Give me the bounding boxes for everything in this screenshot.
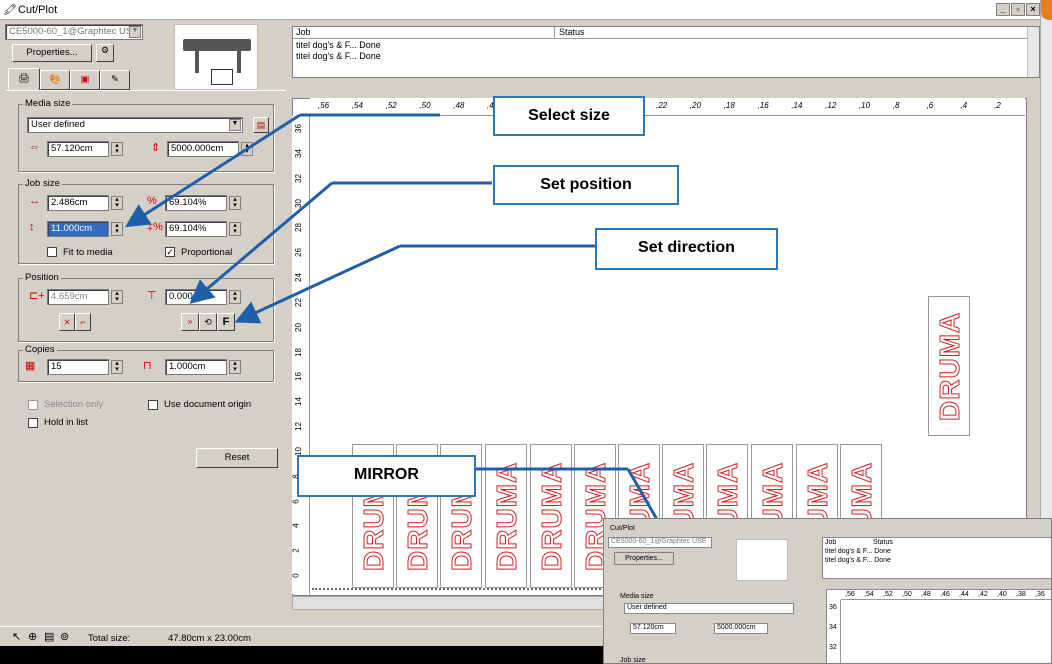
inset-job-row: titel dog's & F... Done [825,557,891,564]
select-size-callout: Select size [493,96,645,136]
mirror-callout: MIRROR [297,455,476,497]
inset-ruler-tick: ,40 [997,591,1007,598]
app-logo-icon [1041,0,1052,20]
inset-status-header: Status [873,539,893,546]
inset-job-status: Done [874,548,891,555]
inset-device-select: CE5000-60_1@Graphtec USE [608,537,712,548]
set-direction-callout: Set direction [595,228,778,270]
inset-title: Cut/Plot [610,525,635,532]
total-size-label: Total size: [88,633,131,644]
inset-ruler-tick: ,48 [921,591,931,598]
status-bar: ↖ ⊕ ▤ ⊚ Total size: 47.80cm x 23.00cm [0,626,615,646]
inset-job-row: titel dog's & F... Done [825,548,891,555]
set-position-callout: Set position [493,165,679,205]
inset-ruler-tick: 36 [829,604,837,611]
set-direction-arrow-tip [234,244,401,324]
inset-ruler-tick: ,36 [1035,591,1045,598]
inset-job-name: titel dog's & F... [825,557,873,564]
inset-job-header: Job [825,539,837,546]
inset-job-size-label: Job size [620,657,646,664]
total-size-value: 47.80cm x 23.00cm [168,633,251,644]
inset-media-type: User defined [624,603,794,614]
inset-ruler-tick: ,56 [845,591,855,598]
inset-properties-button: Properties... [614,552,674,565]
inset-plotter-image [736,539,788,581]
inset-width-field: 57.120cm [630,623,676,634]
inset-ruler-tick: ,42 [978,591,988,598]
inset-top-ruler: ,56 ,54 ,52 ,50 ,48 ,46 ,44 ,42 ,40 ,38 ,36 [841,590,1051,600]
inset-job-list: Job Status titel dog's & F... Done titel… [822,537,1051,579]
zoom-fit-icon[interactable]: ⊚ [60,630,69,643]
inset-canvas: ,56 ,54 ,52 ,50 ,48 ,46 ,44 ,42 ,40 ,38 ,36 36 34 32 [826,589,1051,663]
inset-length-field: 5000.000cm [714,623,768,634]
zoom-in-icon[interactable]: ⊕ [28,630,37,643]
inset-job-name: titel dog's & F... [825,548,873,555]
page-icon[interactable]: ▤ [44,630,54,643]
inset-ruler-tick: ,54 [864,591,874,598]
inset-left-ruler: 36 34 32 [827,600,841,663]
pointer-tool-icon[interactable]: ↖ [12,630,21,643]
inset-screenshot: Cut/Plot CE5000-60_1@Graphtec USE Proper… [603,518,1052,664]
inset-job-status: Done [874,557,891,564]
inset-ruler-tick: 32 [829,644,837,651]
select-size-arrow-tip [124,113,301,228]
inset-ruler-tick: ,52 [883,591,893,598]
inset-ruler-tick: ,50 [902,591,912,598]
inset-ruler-tick: ,38 [1016,591,1026,598]
inset-ruler-tick: ,44 [959,591,969,598]
inset-ruler-tick: 34 [829,624,837,631]
set-position-arrow-tip [189,181,333,304]
inset-media-label: Media size [620,593,654,600]
inset-ruler-tick: ,46 [940,591,950,598]
